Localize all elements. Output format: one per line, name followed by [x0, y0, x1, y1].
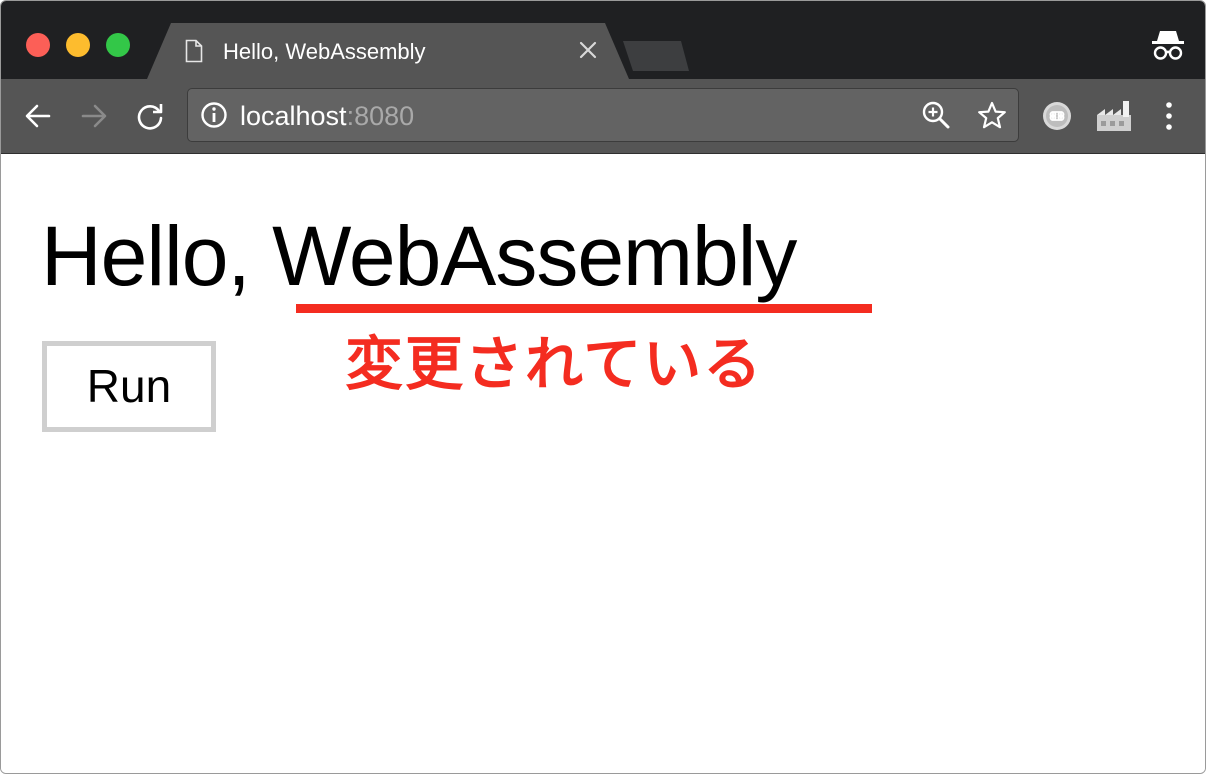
arrow-right-icon[interactable] [79, 101, 109, 131]
browser-window: Hello, WebAssembly localhost:8080 Hello,… [0, 0, 1206, 774]
tab-strip: Hello, WebAssembly [1, 1, 1205, 79]
tab-title: Hello, WebAssembly [223, 39, 426, 64]
incognito-icon [1152, 31, 1184, 60]
browser-toolbar: localhost:8080 [1, 79, 1205, 154]
star-icon[interactable] [976, 100, 1008, 132]
window-minimize-button[interactable] [66, 33, 90, 57]
address-bar[interactable]: localhost:8080 [187, 88, 1019, 142]
factory-extension-icon[interactable] [1095, 99, 1133, 133]
highlight-underline [296, 304, 872, 313]
page-content: Hello, WebAssembly 変更されている Run [1, 154, 1205, 773]
command-extension-icon[interactable] [1042, 101, 1072, 131]
new-tab-button[interactable] [623, 41, 689, 71]
close-icon[interactable] [577, 39, 599, 61]
more-vertical-icon[interactable] [1161, 99, 1177, 133]
zoom-in-icon[interactable] [921, 100, 951, 130]
document-icon [185, 39, 203, 63]
reload-icon[interactable] [135, 101, 165, 131]
run-button[interactable]: Run [42, 341, 216, 432]
window-close-button[interactable] [26, 33, 50, 57]
info-icon[interactable] [200, 101, 228, 129]
changed-annotation: 変更されている [345, 330, 764, 398]
window-maximize-button[interactable] [106, 33, 130, 57]
arrow-left-icon[interactable] [23, 101, 53, 131]
url-host: localhost [240, 101, 347, 131]
url-text[interactable]: localhost:8080 [240, 102, 414, 130]
tab-active[interactable]: Hello, WebAssembly [147, 23, 629, 79]
page-title: Hello, WebAssembly [41, 209, 797, 303]
url-port: :8080 [346, 101, 415, 131]
